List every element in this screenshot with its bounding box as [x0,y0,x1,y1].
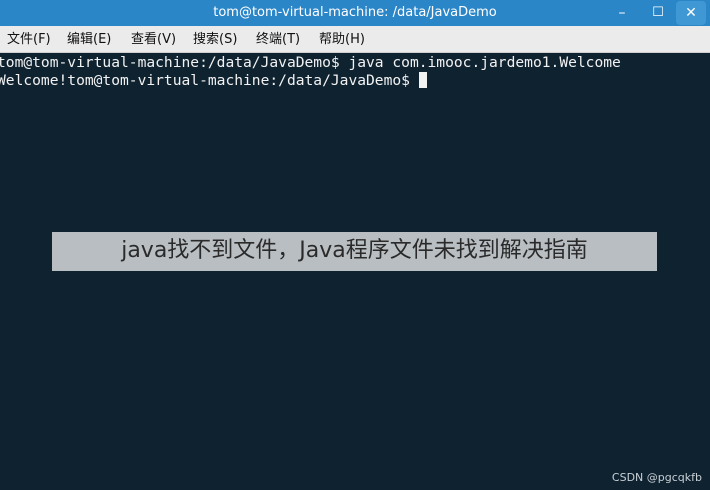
terminal-output-area[interactable]: tom@tom-virtual-machine:/data/JavaDemo$ … [0,53,710,490]
maximize-icon: ☐ [652,5,664,20]
menu-bar: 文件(F) 编辑(E) 查看(V) 搜索(S) 终端(T) 帮助(H) [0,26,710,53]
close-button[interactable]: ✕ [672,0,710,26]
terminal-prompt-line: Welcome!tom@tom-virtual-machine:/data/Ja… [0,72,427,90]
caption-text: java找不到文件，Java程序文件未找到解决指南 [121,238,588,263]
text-cursor [418,72,427,88]
menu-help[interactable]: 帮助(H) [319,31,365,48]
minimize-button[interactable]: – [604,0,640,26]
minimize-icon: – [618,5,626,21]
menu-edit[interactable]: 编辑(E) [67,31,111,48]
menu-file[interactable]: 文件(F) [7,31,51,48]
menu-view[interactable]: 查看(V) [131,31,176,48]
caption-banner: java找不到文件，Java程序文件未找到解决指南 [52,232,657,271]
title-bar[interactable]: tom@tom-virtual-machine: /data/JavaDemo … [0,0,710,26]
terminal-line: tom@tom-virtual-machine:/data/JavaDemo$ … [0,54,621,71]
terminal-window: tom@tom-virtual-machine: /data/JavaDemo … [0,0,710,490]
menu-terminal[interactable]: 终端(T) [256,31,300,48]
maximize-button[interactable]: ☐ [640,0,676,26]
menu-search[interactable]: 搜索(S) [193,31,237,48]
terminal-line: Welcome!tom@tom-virtual-machine:/data/Ja… [0,72,410,89]
watermark-text: CSDN @pgcqkfb [611,471,702,484]
close-icon: ✕ [685,5,697,21]
